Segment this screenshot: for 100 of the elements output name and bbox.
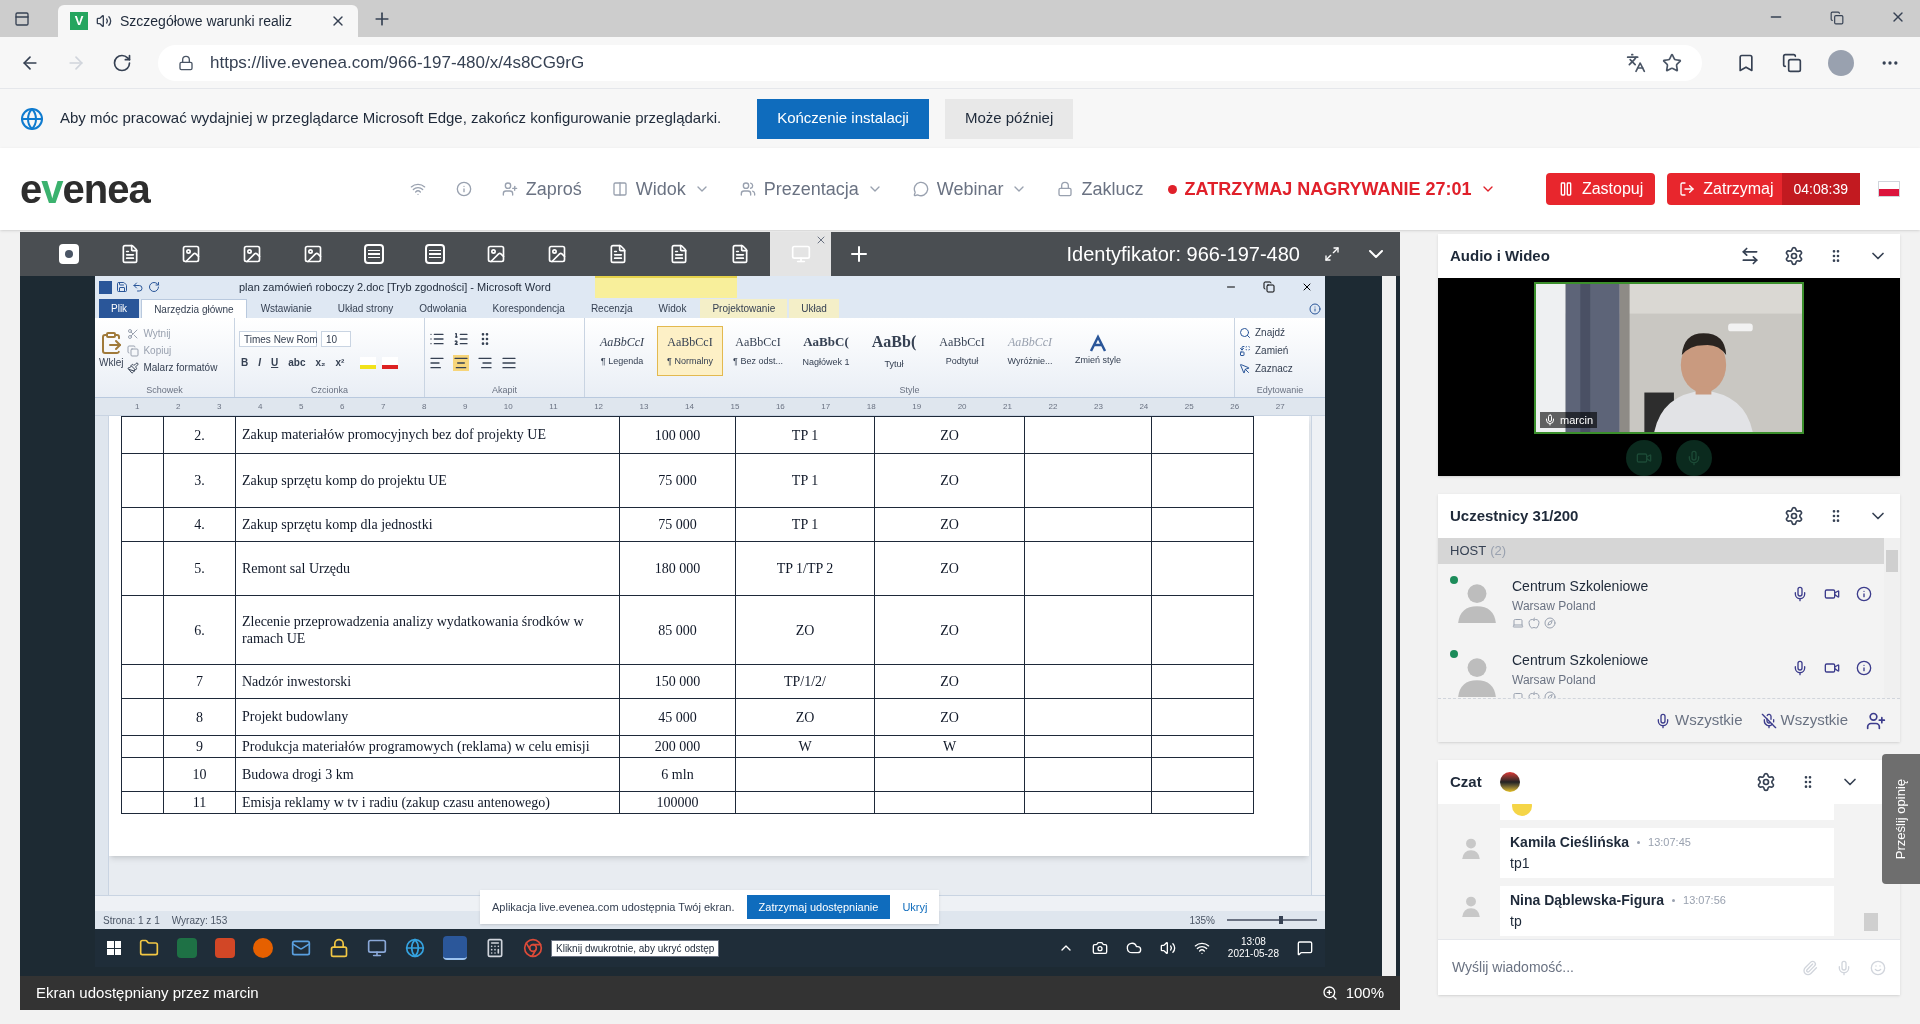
settings-icon[interactable] bbox=[1784, 246, 1804, 266]
flag-icon[interactable] bbox=[1878, 181, 1900, 197]
mic-toggle[interactable] bbox=[1676, 440, 1712, 476]
folder-icon[interactable] bbox=[139, 938, 159, 958]
zoom-icon[interactable] bbox=[1321, 985, 1338, 1001]
help-icon[interactable] bbox=[1309, 303, 1321, 315]
settings-icon[interactable] bbox=[1756, 772, 1776, 792]
later-button[interactable]: Może później bbox=[944, 98, 1074, 139]
swap-icon[interactable] bbox=[1740, 246, 1760, 266]
format-button[interactable]: U bbox=[269, 355, 281, 371]
zoom-slider[interactable] bbox=[1227, 916, 1317, 924]
tab-actions-icon[interactable] bbox=[14, 11, 30, 27]
star-icon[interactable] bbox=[1662, 52, 1682, 73]
monitor-icon[interactable] bbox=[367, 938, 387, 958]
word-app-icon[interactable] bbox=[443, 936, 467, 960]
align-center-icon[interactable] bbox=[453, 354, 469, 371]
numbering-icon[interactable] bbox=[453, 330, 469, 347]
viewer-scrollbar[interactable] bbox=[1382, 276, 1396, 976]
editing-button[interactable]: Zaznacz bbox=[1239, 361, 1321, 377]
cloud-icon[interactable] bbox=[1125, 940, 1142, 956]
close-window-icon[interactable] bbox=[1301, 281, 1313, 293]
save-icon[interactable] bbox=[116, 281, 128, 293]
info-icon[interactable] bbox=[1856, 660, 1872, 676]
style-gallery-item[interactable]: AaBbCcI ¶ Normalny bbox=[657, 325, 723, 376]
settings-icon[interactable] bbox=[1784, 506, 1804, 526]
camera-icon[interactable] bbox=[1824, 660, 1840, 676]
unmute-all-button[interactable]: Wszystkie bbox=[1655, 709, 1743, 732]
favorites-icon[interactable] bbox=[1736, 52, 1756, 73]
info-icon[interactable] bbox=[1856, 586, 1872, 602]
globe-icon[interactable] bbox=[405, 938, 425, 958]
mic-icon[interactable] bbox=[1792, 660, 1808, 676]
calculator-icon[interactable] bbox=[485, 938, 505, 958]
menu-item[interactable]: Zaklucz bbox=[1057, 175, 1144, 203]
menu-item[interactable]: Zaproś bbox=[501, 175, 582, 203]
ribbon-tab[interactable]: Plik bbox=[99, 299, 140, 318]
ribbon-tab[interactable]: Układ strony bbox=[325, 299, 406, 318]
style-gallery-item[interactable]: AaBb( Tytuł bbox=[861, 325, 927, 376]
browser-tab[interactable]: V Szczegółowe warunki realiz bbox=[58, 5, 358, 37]
fullscreen-icon[interactable] bbox=[1324, 246, 1340, 262]
format-button[interactable]: I bbox=[256, 355, 263, 371]
camera-icon[interactable] bbox=[1824, 586, 1840, 602]
add-user-icon[interactable] bbox=[1866, 710, 1886, 731]
restore-icon[interactable] bbox=[1830, 11, 1844, 25]
mic-icon[interactable] bbox=[1792, 586, 1808, 602]
font-name-field[interactable]: Times New Rom bbox=[239, 331, 317, 348]
replace-button[interactable]: Zastopuj bbox=[1545, 173, 1656, 205]
paste-button[interactable]: Wklej bbox=[99, 331, 124, 371]
start-icon[interactable] bbox=[107, 941, 121, 955]
ribbon-tab[interactable]: Narzędzia główne bbox=[141, 299, 247, 318]
ribbon-tab[interactable]: Odwołania bbox=[407, 299, 479, 318]
format-button[interactable]: B bbox=[239, 355, 251, 371]
lock-icon[interactable] bbox=[329, 938, 349, 958]
ribbon-tab[interactable]: Projektowanie bbox=[700, 299, 788, 318]
format-button[interactable]: x₂ bbox=[313, 355, 328, 371]
menu-item[interactable]: Prezentacja bbox=[739, 175, 883, 203]
undo-icon[interactable] bbox=[132, 281, 144, 293]
ribbon-tab[interactable]: Wstawianie bbox=[248, 299, 324, 318]
translate-icon[interactable] bbox=[1626, 52, 1646, 73]
browser-app-icon[interactable] bbox=[253, 938, 273, 958]
ribbon-tab[interactable]: Układ bbox=[789, 299, 839, 318]
menu-item[interactable]: Webinar bbox=[912, 175, 1028, 203]
style-gallery-item[interactable]: AaBbCcI Wyróżnie... bbox=[997, 325, 1063, 376]
format-painter-button[interactable]: Malarz formatów bbox=[127, 360, 218, 376]
style-gallery-item[interactable]: AaBbC( Nagłówek 1 bbox=[793, 325, 859, 376]
stop-button[interactable]: Zatrzymaj 04:08:39 bbox=[1667, 173, 1860, 205]
style-gallery-item[interactable]: AaBbCcI ¶ Legenda bbox=[589, 325, 655, 376]
change-styles-button[interactable]: Zmień style bbox=[1073, 334, 1123, 368]
repeat-icon[interactable] bbox=[148, 281, 160, 293]
chrome-icon[interactable] bbox=[523, 938, 543, 958]
font-color-icon[interactable] bbox=[382, 356, 399, 369]
camera-toggle[interactable] bbox=[1626, 440, 1662, 476]
collections-icon[interactable] bbox=[1782, 52, 1802, 73]
wifi-icon[interactable] bbox=[1193, 940, 1210, 956]
ribbon-tab[interactable]: Korespondencja bbox=[480, 299, 577, 318]
format-button[interactable]: abc bbox=[286, 355, 308, 371]
font-size-field[interactable]: 10 bbox=[321, 331, 351, 348]
stop-sharing-button[interactable]: Zatrzymaj udostępnianie bbox=[746, 895, 891, 919]
camera-icon[interactable] bbox=[1091, 940, 1108, 956]
hide-button[interactable]: Ukryj bbox=[902, 898, 928, 916]
style-gallery-item[interactable]: AaBbCcI Podtytuł bbox=[929, 325, 995, 376]
mail-icon[interactable] bbox=[291, 938, 311, 958]
menu-item[interactable]: Widok bbox=[611, 175, 710, 203]
ribbon-tab[interactable]: Recenzja bbox=[578, 299, 645, 318]
restore-icon[interactable] bbox=[1263, 281, 1275, 293]
editing-button[interactable]: Zamień bbox=[1239, 343, 1321, 359]
mute-all-button[interactable]: Wszystkie bbox=[1760, 709, 1848, 732]
scrollbar[interactable] bbox=[1311, 416, 1325, 895]
participant-row[interactable]: Centrum Szkoleniowe Warsaw Poland bbox=[1438, 564, 1884, 638]
finish-setup-button[interactable]: Kończenie instalacji bbox=[757, 98, 929, 139]
style-gallery-item[interactable]: AaBbCcI ¶ Bez odst... bbox=[725, 325, 791, 376]
address-field[interactable]: https://live.evenea.com/966-197-480/x/4s8CG9rG bbox=[158, 44, 1702, 81]
speaker-icon[interactable] bbox=[96, 13, 112, 29]
format-button[interactable]: x² bbox=[333, 355, 347, 371]
recording-button[interactable]: ZATRZYMAJ NAGRYWANIE 27:01 bbox=[1167, 175, 1496, 203]
editing-button[interactable]: Znajdź bbox=[1239, 325, 1321, 341]
ribbon-tab[interactable]: Widok bbox=[646, 299, 699, 318]
notifications-icon[interactable] bbox=[1297, 940, 1313, 956]
speaker-icon[interactable] bbox=[1159, 940, 1176, 956]
feedback-tab[interactable]: Prześlij opinię bbox=[1882, 754, 1920, 884]
message-field[interactable]: Wyślij wiadomość... bbox=[1452, 957, 1784, 978]
